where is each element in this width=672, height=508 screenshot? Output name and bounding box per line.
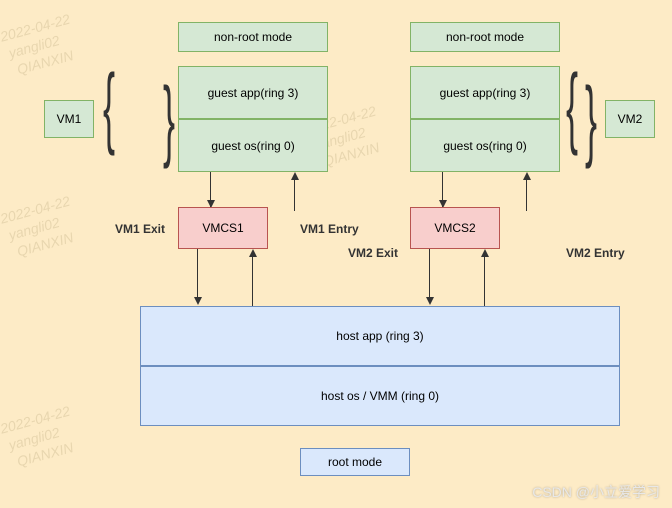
vm1-guest-os: guest os(ring 0) bbox=[178, 119, 328, 172]
credit-text: CSDN @小立爱学习 bbox=[532, 482, 660, 502]
arrowhead-icon bbox=[291, 172, 299, 180]
arrowhead-icon bbox=[523, 172, 531, 180]
vm2-down-arrow bbox=[429, 249, 430, 302]
vm1-exit-label: VM1 Exit bbox=[115, 222, 165, 236]
vm1-guest-app: guest app(ring 3) bbox=[178, 66, 328, 119]
watermark: 2022-04-22 yangli02 QIANXIN bbox=[0, 402, 81, 473]
vm2-exit-label: VM2 Exit bbox=[348, 246, 398, 260]
vm2-nonroot-label: non-root mode bbox=[410, 22, 560, 52]
vm1-entry-label: VM1 Entry bbox=[300, 222, 359, 236]
brace-left-icon: } bbox=[105, 64, 112, 176]
vm1-entry-arrow bbox=[294, 176, 295, 211]
watermark: 2022-04-22 yangli02 QIANXIN bbox=[0, 10, 81, 81]
vm1-down-arrow bbox=[197, 249, 198, 302]
vm1-nonroot-label: non-root mode bbox=[178, 22, 328, 52]
vm1-up-arrow bbox=[252, 253, 253, 306]
vm1-badge: VM1 bbox=[44, 100, 94, 138]
vm2-entry-arrow bbox=[526, 176, 527, 211]
vm2-up-arrow bbox=[484, 253, 485, 306]
brace-right-icon: } bbox=[165, 64, 172, 176]
host-app: host app (ring 3) bbox=[140, 306, 620, 366]
brace-right-icon: } bbox=[587, 64, 594, 176]
vmcs2-box: VMCS2 bbox=[410, 207, 500, 249]
watermark: 2022-04-22 yangli02 QIANXIN bbox=[0, 192, 81, 263]
arrowhead-icon bbox=[249, 249, 257, 257]
arrowhead-icon bbox=[426, 297, 434, 305]
vm2-badge: VM2 bbox=[605, 100, 655, 138]
brace-left-icon: } bbox=[568, 64, 575, 176]
vm2-guest-app: guest app(ring 3) bbox=[410, 66, 560, 119]
host-os: host os / VMM (ring 0) bbox=[140, 366, 620, 426]
arrowhead-icon bbox=[481, 249, 489, 257]
vm2-entry-label: VM2 Entry bbox=[566, 246, 625, 260]
root-mode-label: root mode bbox=[300, 448, 410, 476]
vm2-guest-os: guest os(ring 0) bbox=[410, 119, 560, 172]
arrowhead-icon bbox=[194, 297, 202, 305]
vmcs1-box: VMCS1 bbox=[178, 207, 268, 249]
